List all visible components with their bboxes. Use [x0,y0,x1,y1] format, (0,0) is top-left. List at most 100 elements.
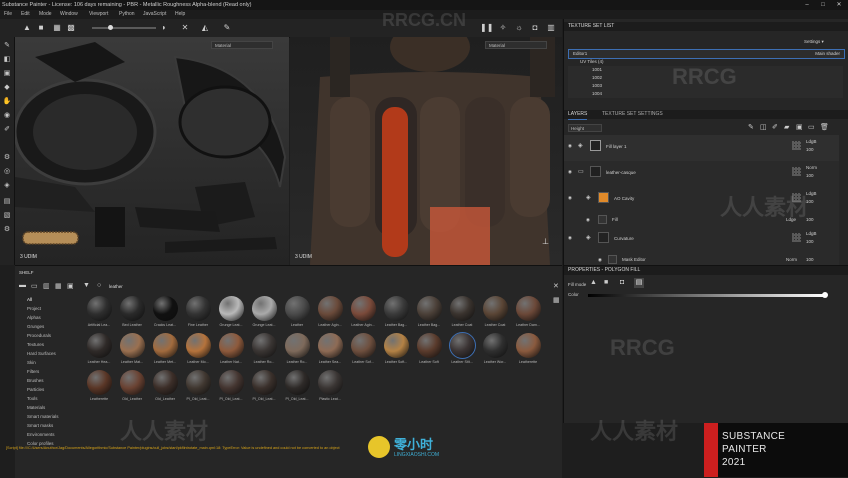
3d-viewport[interactable]: Material 3 UDIM ⊥ [290,37,562,265]
layer-blend-mode[interactable]: Norm [806,165,817,170]
material-thumbnail[interactable] [87,333,112,358]
material-thumbnail[interactable] [252,333,277,358]
material-thumbnail[interactable] [219,370,244,395]
material-thumbnail[interactable] [285,296,310,321]
baking-icon[interactable]: ⚙ [2,225,12,235]
add-paint-layer-icon[interactable]: ✐ [772,123,778,131]
projection-icon[interactable]: ▣ [2,69,12,79]
layer-opacity[interactable]: 100 [806,239,814,244]
material-thumbnail[interactable] [483,333,508,358]
material-thumbnail[interactable] [449,332,476,359]
checker-icon[interactable]: ▩ [66,23,76,33]
material-thumbnail[interactable] [153,370,178,395]
layer-opacity[interactable]: 100 [806,257,814,262]
color-slider[interactable] [588,294,824,297]
uv-tile-1004[interactable]: 1004 [568,90,843,98]
material-thumbnail[interactable] [120,333,145,358]
material-thumbnail[interactable] [417,296,442,321]
material-thumbnail[interactable] [351,296,376,321]
material-thumbnail[interactable] [384,333,409,358]
material-thumbnail[interactable] [285,333,310,358]
uv-viewport[interactable]: Material 3 UDIM [15,37,289,265]
layer-blend-mode[interactable]: LdgB [806,139,817,144]
shelf-category[interactable]: Particles [27,387,44,392]
slider-handle[interactable] [108,25,113,30]
sun-icon[interactable]: ☼ [514,23,524,33]
clone-icon[interactable]: ◉ [2,111,12,121]
material-thumbnail[interactable] [87,370,112,395]
menu-edit[interactable]: Edit [21,10,30,19]
fill-uv-island-icon[interactable]: ▤ [634,278,644,288]
menu-javascript[interactable]: JavaScript [143,10,166,19]
color-slider-handle[interactable] [822,292,828,298]
material-thumbnail[interactable] [153,296,178,321]
add-folder-icon[interactable]: ▭ [808,123,815,131]
material-thumbnail[interactable] [87,296,112,321]
fill-object-icon[interactable]: ◘ [620,279,624,286]
visibility-eye-icon[interactable]: ◉ [568,143,572,149]
shelf-search-input[interactable]: leather [109,284,123,289]
folder-icon[interactable]: ▬ [19,282,26,289]
shelf-category[interactable]: Tools [27,396,38,401]
layer-blend-mode[interactable]: LdgB [806,231,817,236]
image-icon[interactable]: ▤ [2,197,12,207]
grid-view-icon[interactable]: ▦ [553,296,560,304]
shelf-category[interactable]: Brushes [27,378,44,383]
layer-row-curvature[interactable]: ◉ ◈ Curvature LdgB 100 [564,227,839,254]
shelf-category[interactable]: Hard Surfaces [27,351,56,356]
fill-triangle-icon[interactable]: ▲ [590,279,597,286]
shelf-category[interactable]: Project [27,306,41,311]
layout-icon[interactable]: ▥ [546,23,556,33]
layer-blend-mode[interactable]: Norm [786,257,797,262]
visibility-eye-icon[interactable]: ◉ [598,257,602,263]
material-thumbnail[interactable] [483,296,508,321]
material-thumbnail[interactable] [186,296,211,321]
symmetry-off-icon[interactable]: ✕ [180,23,190,33]
half-circle-icon[interactable]: ◑ [158,23,168,33]
shelf-category[interactable]: Skin [27,360,36,365]
new-folder-icon[interactable]: ▭ [31,282,38,290]
material-thumbnail[interactable] [285,370,310,395]
texture-set-settings-dropdown[interactable]: Settings ▾ [804,39,824,45]
material-thumbnail[interactable] [219,296,244,321]
visibility-eye-icon[interactable]: ◉ [568,195,572,201]
menu-python[interactable]: Python [119,10,135,19]
filter-icon[interactable]: ▼ [83,282,90,289]
material-thumbnail[interactable] [186,333,211,358]
shelf-category[interactable]: Procedurals [27,333,51,338]
shelf-category[interactable]: Smart materials [27,414,59,419]
color-picker-icon[interactable]: ✐ [2,125,12,135]
settings-icon[interactable]: ⚙ [2,153,12,163]
material-thumbnail[interactable] [219,333,244,358]
mountain-icon[interactable]: ◭ [200,23,210,33]
minimize-button[interactable]: – [800,0,814,10]
layer-opacity[interactable]: 100 [806,173,814,178]
material-thumbnail[interactable] [318,296,343,321]
display-icon[interactable]: ◎ [2,167,12,177]
shelf-category[interactable]: Textures [27,342,44,347]
layer-row-fill-layer-1[interactable]: ◉ ◈ Fill layer 1 LdgB 100 [564,135,839,162]
pen-icon[interactable]: ✎ [222,23,232,33]
grid-select-icon[interactable]: ▦ [52,23,62,33]
material-thumbnail[interactable] [318,370,343,395]
3d-viewport-channel-select[interactable]: Material [485,41,547,49]
material-thumbnail[interactable] [120,296,145,321]
shelf-category[interactable]: Environments [27,432,55,437]
layer-row-leather-casque[interactable]: ◉ ▭ leather-casque Norm 100 [564,161,839,188]
material-thumbnail[interactable] [120,370,145,395]
visibility-eye-icon[interactable]: ◉ [586,217,590,223]
layer-channel-select[interactable]: Height [568,124,602,132]
shader-icon[interactable]: ◈ [2,181,12,191]
menu-help[interactable]: Help [175,10,185,19]
log-icon[interactable]: ▧ [2,211,12,221]
brush-icon[interactable]: ✧ [498,23,508,33]
paint-brush-icon[interactable]: ✎ [2,41,12,51]
menu-window[interactable]: Window [60,10,78,19]
material-thumbnail[interactable] [516,296,541,321]
material-thumbnail[interactable] [351,333,376,358]
visibility-eye-icon[interactable]: ◉ [568,169,572,175]
shelf-category[interactable]: Filters [27,369,39,374]
paint-mode-icon[interactable]: ▲ [22,23,32,33]
shelf-category[interactable]: Smart masks [27,423,53,428]
material-thumbnail[interactable] [516,333,541,358]
